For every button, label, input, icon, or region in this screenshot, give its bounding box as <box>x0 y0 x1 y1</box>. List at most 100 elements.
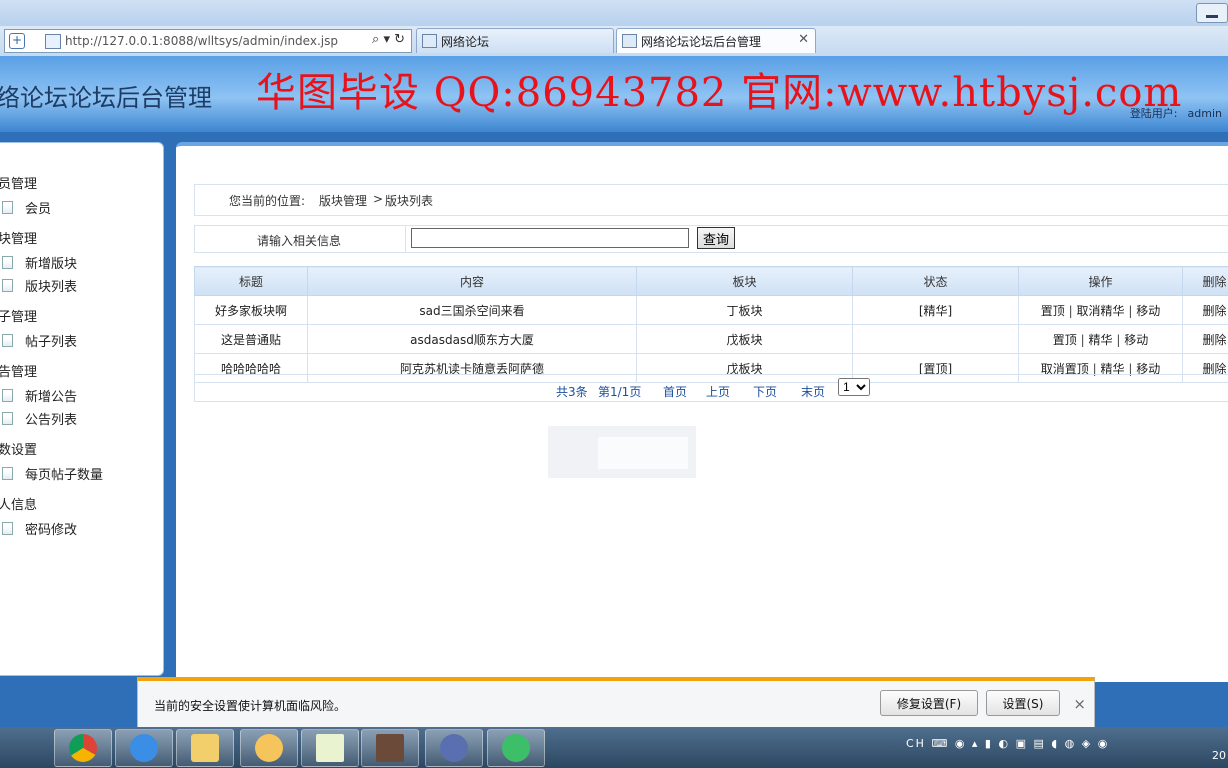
taskbar-ie-button[interactable] <box>115 729 173 767</box>
tab-favicon-icon <box>422 34 437 48</box>
address-bar[interactable]: + http://127.0.0.1:8088/wlltsys/admin/in… <box>4 29 412 53</box>
taskbar-explorer-button[interactable] <box>176 729 234 767</box>
column-header: 内容 <box>307 266 637 296</box>
sidebar-group-profile[interactable]: 人信息 <box>0 494 37 513</box>
taskbar-photo-button[interactable] <box>361 729 419 767</box>
cell-status: [精华] <box>852 295 1019 325</box>
sidebar-group-boards[interactable]: 块管理 <box>0 228 37 247</box>
column-header: 删除 <box>1182 266 1228 296</box>
op-move-link[interactable]: 移动 <box>1124 333 1148 347</box>
overlay-ghost-box <box>548 426 696 478</box>
cell-board: 戊板块 <box>636 324 853 354</box>
address-url[interactable]: http://127.0.0.1:8088/wlltsys/admin/inde… <box>65 34 338 48</box>
mail-icon <box>255 734 283 762</box>
input-language[interactable]: CH <box>906 737 926 750</box>
breadcrumb-level1[interactable]: 版块管理 <box>319 192 367 209</box>
watermark-text: 华图毕设 QQ:86943782 官网:www.htbysj.com <box>256 70 1183 116</box>
main-panel: 您当前的位置: 版块管理 > 版块列表 请输入相关信息 查询 标题 内容 板块 … <box>176 142 1228 682</box>
cell-board: 丁板块 <box>636 295 853 325</box>
column-header: 操作 <box>1018 266 1183 296</box>
pager-total: 共3条 <box>556 385 588 399</box>
document-icon <box>2 412 13 425</box>
taskbar-app-button[interactable] <box>487 729 545 767</box>
column-header: 标题 <box>194 266 308 296</box>
op-move-link[interactable]: 移动 <box>1136 304 1160 318</box>
sidebar-item-post-list[interactable]: 帖子列表 <box>2 331 77 350</box>
settings-button[interactable]: 设置(S) <box>986 690 1060 716</box>
taskbar-mail-button[interactable] <box>240 729 298 767</box>
ie-icon <box>130 734 158 762</box>
sidebar-item-board-list[interactable]: 版块列表 <box>2 276 77 295</box>
sidebar-item-notice-list[interactable]: 公告列表 <box>2 409 77 428</box>
pager-next-link[interactable]: 下页 <box>753 383 777 400</box>
pager-first-link[interactable]: 首页 <box>663 383 687 400</box>
taskbar-chrome-button[interactable] <box>54 729 112 767</box>
search-divider <box>405 226 406 252</box>
cell-title: 这是普通贴 <box>194 324 308 354</box>
compatibility-shield-icon[interactable]: + <box>9 33 25 49</box>
sidebar-group-members[interactable]: 员管理 <box>0 173 37 192</box>
sidebar-group-notices[interactable]: 告管理 <box>0 361 37 380</box>
window-titlebar <box>0 0 1228 26</box>
op-unfeature-link[interactable]: 取消精华 <box>1076 304 1124 318</box>
tab-label: 网络论坛论坛后台管理 <box>641 35 762 49</box>
minimize-button[interactable] <box>1196 3 1228 23</box>
app-icon <box>502 734 530 762</box>
breadcrumb: 您当前的位置: 版块管理 > 版块列表 <box>194 184 1228 216</box>
op-pin-link[interactable]: 置顶 <box>1053 333 1077 347</box>
admin-header: 络论坛论坛后台管理 华图毕设 QQ:86943782 官网:www.htbysj… <box>0 56 1228 132</box>
tab-admin[interactable]: 网络论坛论坛后台管理 ✕ <box>616 28 816 53</box>
sidebar-item-change-password[interactable]: 密码修改 <box>2 519 77 538</box>
cell-content: asdasdasd顺东方大厦 <box>307 324 637 354</box>
pager-last-link[interactable]: 末页 <box>801 383 825 400</box>
sidebar-item-posts-per-page[interactable]: 每页帖子数量 <box>2 464 103 483</box>
cell-status <box>852 324 1019 354</box>
cell-content: sad三国杀空间来看 <box>307 295 637 325</box>
column-header: 状态 <box>852 266 1019 296</box>
photo-icon <box>376 734 404 762</box>
cell-delete: 删除 <box>1182 324 1228 354</box>
search-label: 请输入相关信息 <box>257 234 342 248</box>
site-title: 络论坛论坛后台管理 <box>0 84 212 112</box>
op-feature-link[interactable]: 精华 <box>1088 333 1112 347</box>
tab-forum[interactable]: 网络论坛 <box>416 28 614 53</box>
document-icon <box>2 522 13 535</box>
taskbar-editor-button[interactable] <box>301 729 359 767</box>
editor-icon <box>316 734 344 762</box>
address-tools[interactable]: ⌕ ▾ ↻ <box>372 32 405 47</box>
document-icon <box>2 279 13 292</box>
sidebar-item-add-board[interactable]: 新增版块 <box>2 253 77 272</box>
browser-tabbar: + http://127.0.0.1:8088/wlltsys/admin/in… <box>0 26 1228 57</box>
sidebar-item-members[interactable]: 会员 <box>2 198 51 217</box>
search-row: 请输入相关信息 查询 <box>194 225 1228 253</box>
tab-label: 网络论坛 <box>441 35 490 49</box>
document-icon <box>2 467 13 480</box>
pagination: 共3条 第1/1页 首页 上页 下页 末页 1 <box>194 374 1228 402</box>
login-label: 登陆用户: <box>1129 107 1178 120</box>
fix-settings-button[interactable]: 修复设置(F) <box>880 690 978 716</box>
taskbar-eclipse-button[interactable] <box>425 729 483 767</box>
tab-close-icon[interactable]: ✕ <box>798 32 809 47</box>
page-select[interactable]: 1 <box>838 378 870 396</box>
delete-link[interactable]: 删除 <box>1202 333 1226 347</box>
system-clock[interactable]: 20 <box>1212 749 1226 762</box>
system-tray[interactable]: CH ⌨ ◉ ▴ ▮ ◐ ▣ ▤ ◖ ◍ ◈ ◉ <box>906 737 1109 750</box>
delete-link[interactable]: 删除 <box>1202 304 1226 318</box>
table-header-row: 标题 内容 板块 状态 操作 删除 <box>194 266 1228 296</box>
cell-operations: 置顶 | 精华 | 移动 <box>1018 324 1183 354</box>
breadcrumb-prefix: 您当前的位置: <box>229 194 306 208</box>
sidebar-group-params[interactable]: 数设置 <box>0 439 37 458</box>
security-warning-message: 当前的安全设置使计算机面临风险。 <box>154 699 347 713</box>
security-warning-bar: 当前的安全设置使计算机面临风险。 修复设置(F) 设置(S) × <box>137 677 1095 729</box>
sidebar-item-add-notice[interactable]: 新增公告 <box>2 386 77 405</box>
pager-page: 第1/1页 <box>598 385 642 399</box>
login-user-info: 登陆用户: admin <box>1130 105 1222 121</box>
search-button[interactable]: 查询 <box>697 227 735 249</box>
sidebar-menu: 员管理 会员 块管理 新增版块 版块列表 子管理 帖子列表 告管理 新增公告 公… <box>0 142 164 676</box>
op-pin-link[interactable]: 置顶 <box>1041 304 1065 318</box>
sidebar-group-posts[interactable]: 子管理 <box>0 306 37 325</box>
close-icon[interactable]: × <box>1073 695 1086 713</box>
search-input[interactable] <box>411 228 689 248</box>
folder-icon <box>191 734 219 762</box>
pager-prev-link[interactable]: 上页 <box>706 383 730 400</box>
